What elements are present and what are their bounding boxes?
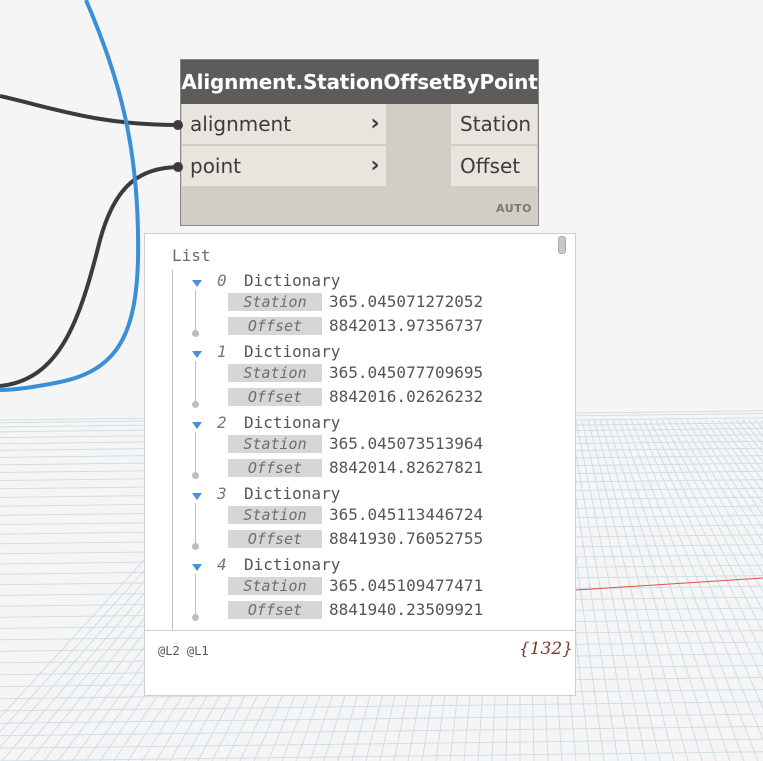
output-port-label: Station bbox=[460, 112, 532, 136]
input-port-alignment[interactable]: alignment › bbox=[182, 104, 386, 144]
list-levels[interactable]: @L2 @L1 bbox=[158, 644, 209, 658]
output-port-label: Offset bbox=[460, 154, 521, 178]
offset-value: 8842016.02626232 bbox=[329, 387, 484, 406]
item-index: 0 bbox=[217, 271, 227, 290]
list-label: List bbox=[172, 246, 211, 265]
offset-key: Offset bbox=[228, 388, 322, 406]
offset-value: 8842014.82627821 bbox=[329, 458, 484, 477]
station-offset-node[interactable]: Alignment.StationOffsetByPoint alignment… bbox=[180, 59, 539, 226]
station-value: 365.045073513964 bbox=[329, 434, 484, 453]
tree-branch-line bbox=[195, 361, 196, 404]
input-port-label: alignment bbox=[190, 112, 292, 136]
station-key: Station bbox=[228, 293, 322, 311]
tree-branch-dot bbox=[192, 472, 199, 479]
item-type: Dictionary bbox=[244, 342, 341, 361]
item-type: Dictionary bbox=[244, 484, 341, 503]
item-type: Dictionary bbox=[244, 413, 341, 432]
watch-preview-panel[interactable]: List 0 Dictionary Station 365.0450712720… bbox=[144, 233, 576, 696]
list-item: 3 Dictionary Station 365.045113446724 Of… bbox=[145, 483, 575, 554]
tree-branch-line bbox=[195, 574, 196, 617]
list-item: 1 Dictionary Station 365.045077709695 Of… bbox=[145, 341, 575, 412]
offset-key: Offset bbox=[228, 459, 322, 477]
tree-branch-dot bbox=[192, 401, 199, 408]
offset-key: Offset bbox=[228, 601, 322, 619]
station-key: Station bbox=[228, 506, 322, 524]
station-key: Station bbox=[228, 577, 322, 595]
station-value: 365.045077709695 bbox=[329, 363, 484, 382]
station-key: Station bbox=[228, 364, 322, 382]
expand-triangle-icon[interactable] bbox=[192, 493, 202, 500]
expand-triangle-icon[interactable] bbox=[192, 422, 202, 429]
item-index: 4 bbox=[217, 555, 227, 574]
expand-triangle-icon[interactable] bbox=[192, 351, 202, 358]
tree-branch-line bbox=[195, 290, 196, 333]
tree-branch-line bbox=[195, 432, 196, 475]
input-port-label: point bbox=[190, 154, 242, 178]
lacing-label[interactable]: AUTO bbox=[496, 202, 532, 215]
station-key: Station bbox=[228, 435, 322, 453]
tree-branch-line bbox=[195, 503, 196, 546]
tree-branch-dot bbox=[192, 614, 199, 621]
offset-value: 8842013.97356737 bbox=[329, 316, 484, 335]
x-axis-line bbox=[575, 577, 763, 591]
station-value: 365.045109477471 bbox=[329, 576, 484, 595]
input-port-point[interactable]: point › bbox=[182, 146, 386, 186]
output-port-station[interactable]: Station bbox=[451, 104, 537, 144]
list-item: 2 Dictionary Station 365.045073513964 Of… bbox=[145, 412, 575, 483]
offset-value: 8841930.76052755 bbox=[329, 529, 484, 548]
item-index: 2 bbox=[217, 413, 227, 432]
offset-key: Offset bbox=[228, 317, 322, 335]
item-index: 1 bbox=[217, 342, 227, 361]
item-count: {132} bbox=[518, 639, 573, 659]
tree-branch-dot bbox=[192, 330, 199, 337]
point-connector-dot[interactable] bbox=[173, 162, 183, 172]
station-value: 365.045113446724 bbox=[329, 505, 484, 524]
node-title[interactable]: Alignment.StationOffsetByPoint bbox=[181, 60, 538, 104]
output-port-offset[interactable]: Offset bbox=[451, 146, 537, 186]
preview-tree: List 0 Dictionary Station 365.0450712720… bbox=[145, 234, 575, 630]
tree-branch-dot bbox=[192, 543, 199, 550]
item-type: Dictionary bbox=[244, 555, 341, 574]
expand-triangle-icon[interactable] bbox=[192, 280, 202, 287]
alignment-connector-dot[interactable] bbox=[173, 120, 183, 130]
list-item: 4 Dictionary Station 365.045109477471 Of… bbox=[145, 554, 575, 625]
alignment-wire[interactable] bbox=[0, 94, 181, 127]
expand-triangle-icon[interactable] bbox=[192, 564, 202, 571]
list-item: 0 Dictionary Station 365.045071272052 Of… bbox=[145, 270, 575, 341]
offset-key: Offset bbox=[228, 530, 322, 548]
offset-value: 8841940.23509921 bbox=[329, 600, 484, 619]
item-index: 3 bbox=[217, 484, 227, 503]
preview-footer: @L2 @L1 {132} bbox=[145, 630, 575, 695]
scrollbar-thumb[interactable] bbox=[558, 236, 566, 254]
chevron-right-icon[interactable]: › bbox=[366, 104, 384, 144]
station-value: 365.045071272052 bbox=[329, 292, 484, 311]
chevron-right-icon[interactable]: › bbox=[366, 146, 384, 186]
item-type: Dictionary bbox=[244, 271, 341, 290]
